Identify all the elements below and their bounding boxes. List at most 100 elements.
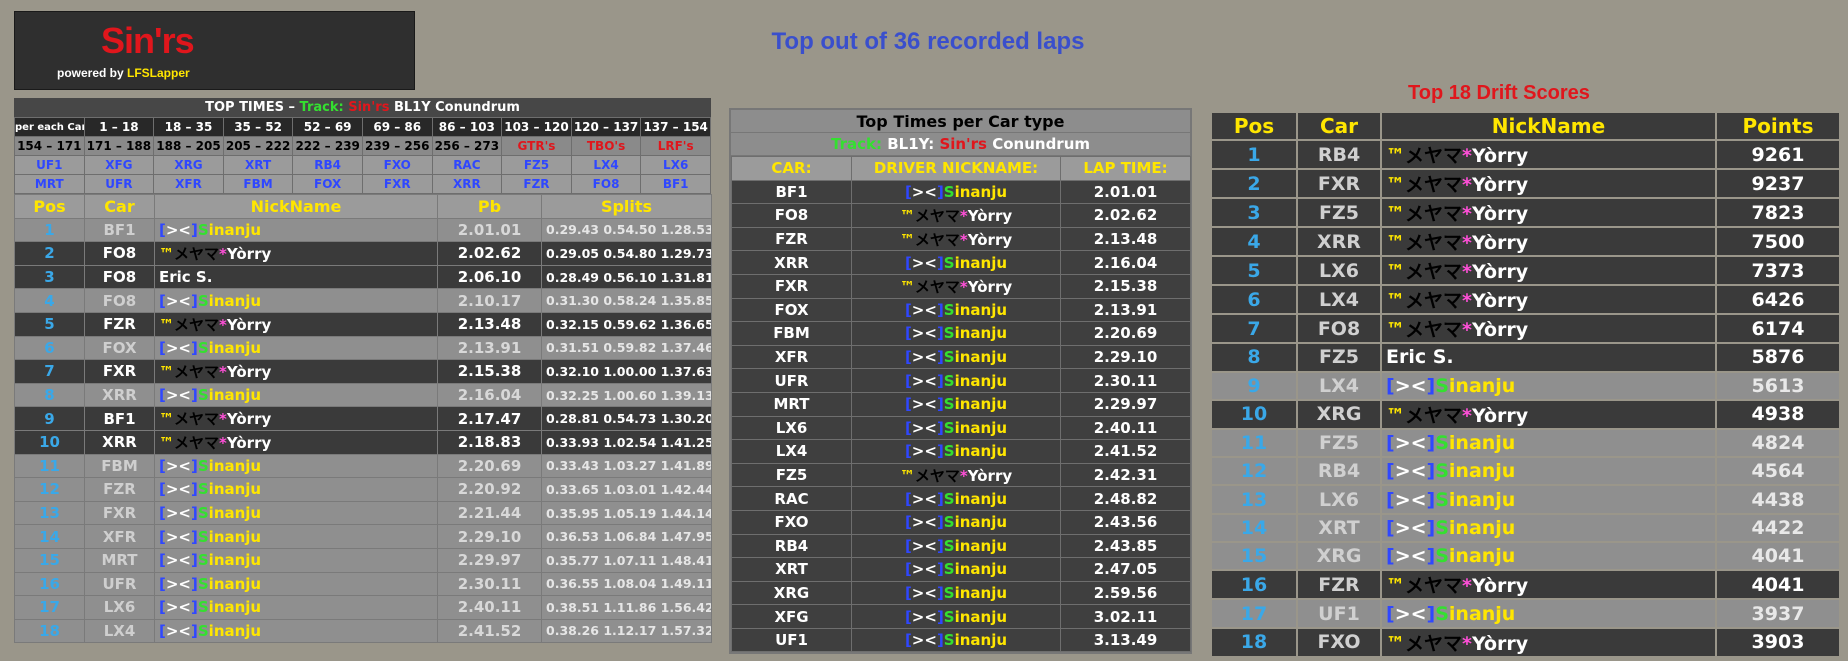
grid-cell: FZR	[501, 174, 572, 194]
nick-rest: inanju	[208, 551, 262, 570]
nick-bracket-open: [	[904, 348, 912, 367]
nick-rest: inanju	[1448, 460, 1516, 483]
nick-name: Yòrry	[1471, 404, 1529, 427]
row-car: FXR	[1296, 168, 1382, 200]
row-nickname: [><]Sinanju	[1380, 456, 1717, 487]
nick-star: *	[959, 230, 968, 249]
grid-cell: 154 – 171	[14, 136, 85, 156]
nick-tag-arrows: ><	[165, 456, 191, 475]
row-pb: 2.40.11	[437, 595, 542, 620]
nick-tag-arrows: ><	[911, 300, 937, 319]
row-nickname: [><]Sinanju	[851, 391, 1061, 417]
row-pb: 2.41.52	[437, 618, 542, 644]
grid-cell: GTR's	[501, 136, 572, 156]
nick-tag-arrows: ><	[165, 504, 191, 523]
row-laptime: 2.43.56	[1060, 509, 1191, 535]
nick-kana: メヤマ	[1405, 261, 1463, 284]
row-car: FO8	[731, 203, 852, 228]
row-car: FZR	[1296, 569, 1382, 601]
nick-bracket-open: [	[159, 456, 166, 475]
grid-cell: UF1	[14, 155, 85, 175]
driver-nickname: [><]Sinanju	[159, 504, 261, 522]
nick-bracket-open: [	[904, 395, 912, 414]
row-pb: 2.18.83	[437, 429, 542, 455]
row-splits: 0.32.10 1.00.00 1.37.63	[541, 359, 712, 384]
grid-cell: 1 – 18	[83, 117, 155, 137]
nick-initial: S	[943, 583, 955, 602]
row-pos: 14	[14, 524, 85, 549]
row-pos: 8	[14, 382, 85, 408]
nick-bracket-close: ]	[936, 607, 944, 626]
row-splits: 0.35.95 1.05.19 1.44.14	[541, 500, 712, 526]
row-pos: 2	[1210, 168, 1298, 200]
grid-cell: 256 – 273	[431, 136, 503, 156]
row-car: FZ5	[1296, 427, 1382, 459]
nick-tm: ™	[1386, 232, 1405, 255]
table-row: 10 XRG ™メヤマ*Yòrry 4938	[1210, 398, 1841, 430]
driver-nickname: [><]Sinanju	[159, 575, 261, 593]
nick-tm: ™	[1386, 290, 1405, 313]
nick-bracket-open: [	[904, 371, 912, 390]
nick-kana: メヤマ	[174, 315, 220, 334]
nick-bracket-open: [	[904, 536, 912, 555]
nick-bracket-open: [	[1386, 488, 1395, 511]
row-nickname: [><]Sinanju	[851, 250, 1061, 275]
row-pos: 11	[14, 453, 85, 479]
driver-nickname: [><]Sinanju	[905, 490, 1007, 508]
nick-initial: S	[1435, 602, 1449, 625]
nick-bracket-open: [	[904, 607, 912, 626]
row-car: FOX	[731, 297, 852, 323]
nick-initial: S	[943, 324, 955, 343]
nick-bracket-open: [	[904, 583, 912, 602]
driver-nickname: [><]Sinanju	[159, 480, 261, 498]
driver-nickname: [><]Sinanju	[905, 608, 1007, 626]
table-row: UFR [><]Sinanju 2.30.11	[731, 368, 1191, 393]
grid-cell: FOX	[292, 174, 363, 194]
driver-nickname: ™メヤマ*Yòrry	[1386, 142, 1528, 167]
row-nickname: Eric S.	[1380, 342, 1717, 373]
nick-name: Yòrry	[1471, 575, 1529, 598]
row-nickname: [><]Sinanju	[154, 547, 438, 573]
row-nickname: [><]Sinanju	[154, 453, 438, 479]
nick-tag-arrows: ><	[1394, 516, 1427, 539]
grid-cell: FO8	[570, 174, 642, 194]
nick-rest: inanju	[954, 631, 1008, 650]
nick-tm: ™	[899, 277, 915, 296]
grid-cell: LX4	[570, 155, 642, 175]
col-header-points: Points	[1715, 110, 1841, 142]
nick-tm: ™	[159, 244, 174, 263]
table-row: FZR ™メヤマ*Yòrry 2.13.48	[731, 226, 1191, 252]
driver-nickname: [><]Sinanju	[159, 551, 261, 569]
nick-bracket-open: [	[159, 504, 166, 523]
driver-nickname: [><]Sinanju	[905, 348, 1007, 366]
nick-rest: inanju	[954, 513, 1008, 532]
col-header-driver: DRIVER NICKNAME:	[851, 156, 1061, 181]
row-pos: 4	[14, 288, 85, 313]
nick-tag-arrows: ><	[911, 442, 937, 461]
nick-initial: S	[1435, 460, 1449, 483]
row-pos: 3	[14, 264, 85, 290]
row-splits: 0.32.25 1.00.60 1.39.13	[541, 382, 712, 408]
driver-nickname: [><]Sinanju	[905, 254, 1007, 272]
nick-tag-arrows: ><	[165, 338, 191, 357]
row-points: 9261	[1715, 139, 1841, 171]
driver-nickname: [><]Sinanju	[1386, 545, 1515, 567]
row-nickname: [><]Sinanju	[851, 533, 1061, 559]
nick-bracket-open: [	[1386, 545, 1395, 568]
row-pb: 2.15.38	[437, 359, 542, 384]
driver-nickname: ™メヤマ*Yòrry	[159, 243, 271, 264]
row-car: LX6	[84, 595, 155, 620]
table-row: 6 LX4 ™メヤマ*Yòrry 6426	[1210, 284, 1841, 316]
nick-name: Yòrry	[967, 277, 1013, 296]
per-car-track: Track: BL1Y: Sin'rs Conundrum	[731, 133, 1190, 156]
row-nickname: ™メヤマ*Yòrry	[1380, 255, 1717, 287]
row-car: XRT	[731, 557, 852, 582]
row-nickname: ™メヤマ*Yòrry	[154, 429, 438, 455]
page-title: Top out of 36 recorded laps	[771, 28, 1085, 55]
table-row: XFG [><]Sinanju 3.02.11	[731, 604, 1191, 629]
row-car: FO8	[84, 288, 155, 313]
nick-rest: inanju	[208, 338, 262, 357]
driver-nickname: [><]Sinanju	[159, 457, 261, 475]
nick-name: Yòrry	[226, 315, 272, 334]
nick-tag-arrows: ><	[165, 551, 191, 570]
